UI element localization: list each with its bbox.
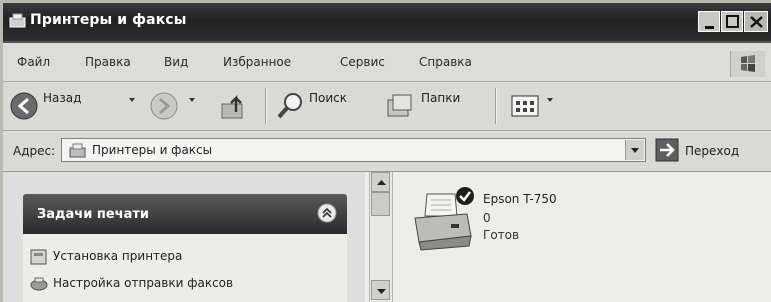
printers-folder-icon — [9, 13, 27, 29]
toolbar: Назад Поиск Папки — [3, 82, 771, 131]
back-arrow-icon — [10, 92, 38, 120]
maximize-icon — [726, 15, 739, 28]
printers-folder-icon — [68, 142, 88, 162]
maximize-button[interactable] — [721, 11, 743, 32]
vertical-scrollbar[interactable] — [369, 172, 393, 302]
toolbar-separator — [495, 88, 497, 124]
go-button[interactable] — [655, 138, 679, 162]
go-arrow-icon — [655, 138, 679, 162]
address-dropdown-button[interactable] — [625, 140, 644, 160]
printer-item[interactable]: Epson T-750 0 Готов — [403, 182, 603, 262]
printer-status: Готов — [483, 228, 520, 242]
main-content: Задачи печати Установка принтера Настрой… — [3, 172, 771, 302]
menu-bar: Файл Правка Вид Избранное Сервис Справка — [3, 43, 771, 82]
windows-logo-icon — [730, 51, 765, 77]
chevron-down-icon — [631, 148, 639, 153]
address-value: Принтеры и факсы — [92, 143, 213, 157]
scroll-up-icon — [377, 180, 386, 185]
go-label[interactable]: Переход — [685, 144, 739, 158]
title-bar[interactable]: Принтеры и факсы — [3, 3, 771, 43]
views-grid-icon — [511, 95, 539, 117]
menu-favorites[interactable]: Избранное — [223, 55, 291, 69]
task-pane: Задачи печати Установка принтера Настрой… — [3, 172, 365, 302]
task-add-printer[interactable]: Установка принтера — [23, 248, 347, 270]
fax-setup-icon — [29, 275, 49, 293]
explorer-window: Принтеры и факсы Файл Правка Вид Избранн… — [3, 3, 771, 302]
menu-edit[interactable]: Правка — [85, 55, 131, 69]
printer-document-count: 0 — [483, 211, 491, 225]
scroll-up-button[interactable] — [371, 172, 390, 192]
address-bar: Адрес: Принтеры и факсы Переход — [3, 131, 771, 172]
search-button[interactable] — [275, 90, 305, 122]
close-button[interactable] — [744, 11, 768, 32]
checkmark-icon — [455, 186, 475, 209]
add-printer-icon — [29, 248, 49, 266]
forward-arrow-icon — [150, 92, 178, 120]
menu-tools[interactable]: Сервис — [340, 55, 385, 69]
address-label: Адрес: — [13, 144, 56, 158]
search-label[interactable]: Поиск — [309, 91, 347, 105]
folders-button[interactable] — [385, 90, 415, 122]
back-label[interactable]: Назад — [43, 91, 81, 105]
minimize-icon — [705, 26, 714, 29]
print-tasks-header[interactable]: Задачи печати — [23, 194, 347, 234]
task-add-printer-label[interactable]: Установка принтера — [53, 249, 182, 263]
up-folder-button[interactable] — [218, 90, 250, 122]
folders-label[interactable]: Папки — [421, 91, 460, 105]
task-fax-setup[interactable]: Настройка отправки факсов — [23, 275, 347, 297]
forward-button[interactable] — [149, 90, 179, 122]
close-icon — [750, 16, 763, 28]
folders-icon — [387, 94, 412, 117]
scroll-down-button[interactable] — [371, 280, 390, 300]
menu-help[interactable]: Справка — [419, 55, 472, 69]
back-dropdown-icon[interactable] — [129, 98, 135, 102]
address-input[interactable]: Принтеры и факсы — [61, 138, 646, 162]
window-title: Принтеры и факсы — [30, 12, 187, 28]
print-tasks-list: Установка принтера Настройка отправки фа… — [23, 234, 347, 302]
print-tasks-title: Задачи печати — [37, 207, 149, 222]
scroll-down-icon — [377, 289, 386, 294]
up-folder-icon — [221, 94, 243, 119]
task-fax-setup-label[interactable]: Настройка отправки факсов — [53, 276, 233, 290]
printer-name: Epson T-750 — [483, 192, 557, 206]
menu-view[interactable]: Вид — [164, 55, 188, 69]
scroll-thumb[interactable] — [371, 192, 390, 216]
menu-file[interactable]: Файл — [17, 55, 50, 69]
forward-dropdown-icon[interactable] — [189, 98, 195, 102]
search-icon — [277, 93, 302, 119]
back-button[interactable] — [9, 90, 39, 122]
views-button[interactable] — [509, 90, 543, 122]
collapse-icon[interactable] — [317, 203, 337, 223]
toolbar-separator — [265, 88, 267, 124]
views-dropdown-icon[interactable] — [547, 98, 553, 102]
minimize-button[interactable] — [698, 11, 720, 32]
